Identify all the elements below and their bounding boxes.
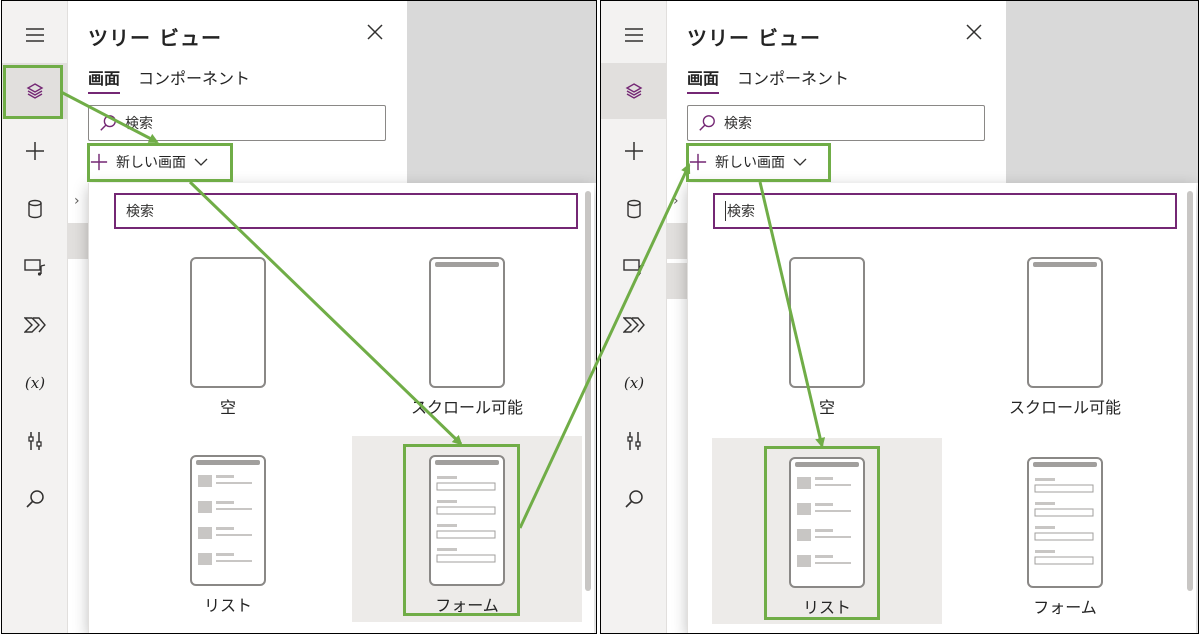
template-label: フォーム <box>1033 598 1097 617</box>
tree-view-pane: ツリー ビュー 画面 コンポーネント 検索 新しい画面 › 検索 空 スクロール… <box>68 1 594 633</box>
close-icon <box>966 24 982 40</box>
search-placeholder: 検索 <box>125 116 153 132</box>
power-automate-icon <box>24 317 46 333</box>
hamburger-button[interactable] <box>601 7 667 63</box>
hamburger-button[interactable] <box>2 7 68 63</box>
plus-icon <box>625 142 643 160</box>
highlight-new-screen-right <box>686 143 831 182</box>
tree-item-selected[interactable] <box>68 223 88 259</box>
tab-components[interactable]: コンポーネント <box>138 65 250 94</box>
close-button[interactable] <box>364 21 386 43</box>
template-search-placeholder: 検索 <box>725 201 755 221</box>
plus-icon <box>26 142 44 160</box>
scrollbar[interactable] <box>585 191 591 591</box>
pane-title: ツリー ビュー <box>88 26 222 50</box>
template-label: スクロール可能 <box>410 398 523 417</box>
canvas-area <box>407 1 596 183</box>
power-automate-icon <box>623 317 645 333</box>
template-label: スクロール可能 <box>1008 398 1121 417</box>
power-automate-button[interactable] <box>2 297 68 353</box>
hamburger-icon <box>26 28 44 42</box>
tree-search-input[interactable]: 検索 <box>687 105 985 141</box>
template-blank[interactable]: 空 <box>712 238 942 424</box>
media-icon <box>24 259 46 276</box>
close-button[interactable] <box>963 21 985 43</box>
template-label: 空 <box>219 398 236 417</box>
template-label: 空 <box>818 398 835 417</box>
tree-view-button[interactable] <box>601 63 667 119</box>
phone-preview <box>1027 257 1103 388</box>
search-icon <box>625 490 643 508</box>
insert-button[interactable] <box>2 123 68 179</box>
tools-icon <box>28 432 42 450</box>
highlight-form-template <box>403 444 520 616</box>
canvas-area <box>1006 1 1198 183</box>
chevron-right-icon: › <box>673 193 679 209</box>
search-icon <box>100 115 116 131</box>
scrollbar[interactable] <box>1187 191 1193 591</box>
tools-icon <box>627 432 641 450</box>
highlight-new-screen-left <box>87 143 233 182</box>
left-rail: (x) <box>601 1 667 633</box>
template-form[interactable]: フォーム <box>950 438 1180 624</box>
tree-item[interactable] <box>667 263 687 299</box>
layers-icon <box>625 83 643 99</box>
media-button[interactable] <box>601 239 667 295</box>
template-list[interactable]: リスト <box>113 436 343 622</box>
insert-button[interactable] <box>601 123 667 179</box>
tab-bar: 画面 コンポーネント <box>687 65 849 94</box>
data-button[interactable] <box>601 181 667 237</box>
media-button[interactable] <box>2 239 68 295</box>
template-blank[interactable]: 空 <box>113 238 343 424</box>
database-icon <box>627 199 641 219</box>
template-search-placeholder: 検索 <box>126 204 154 220</box>
data-button[interactable] <box>2 181 68 237</box>
variables-icon: (x) <box>623 374 645 392</box>
tab-screens[interactable]: 画面 <box>687 65 720 94</box>
pane-title: ツリー ビュー <box>687 26 821 50</box>
variables-button[interactable]: (x) <box>601 355 667 411</box>
template-scrollable[interactable]: スクロール可能 <box>950 238 1180 424</box>
search-icon <box>26 490 44 508</box>
power-automate-button[interactable] <box>601 297 667 353</box>
tab-screens[interactable]: 画面 <box>88 65 121 94</box>
search-placeholder: 検索 <box>724 116 752 132</box>
search-button[interactable] <box>601 471 667 527</box>
variables-button[interactable]: (x) <box>2 355 68 411</box>
advanced-tools-button[interactable] <box>2 413 68 469</box>
hamburger-icon <box>625 28 643 42</box>
search-button[interactable] <box>2 471 68 527</box>
media-icon <box>623 259 645 276</box>
phone-preview <box>429 257 505 388</box>
screenshot-right: (x) ツリー ビュー 画面 コンポーネント 検索 新しい画面 › 検索 空 ス… <box>600 0 1199 634</box>
close-icon <box>367 24 383 40</box>
database-icon <box>28 199 42 219</box>
template-search-input[interactable]: 検索 <box>114 193 578 229</box>
template-search-input[interactable]: 検索 <box>713 193 1177 229</box>
search-icon <box>699 115 715 131</box>
phone-preview <box>1027 457 1103 588</box>
tree-item-selected[interactable] <box>667 223 687 259</box>
advanced-tools-button[interactable] <box>601 413 667 469</box>
highlight-list-template <box>764 446 880 620</box>
variables-icon: (x) <box>24 374 46 392</box>
phone-preview <box>789 257 865 388</box>
tree-search-input[interactable]: 検索 <box>88 105 386 141</box>
tab-components[interactable]: コンポーネント <box>737 65 849 94</box>
phone-preview <box>190 257 266 388</box>
phone-preview <box>190 455 266 586</box>
template-label: リスト <box>203 596 252 615</box>
highlight-tree-view-button <box>3 65 63 119</box>
chevron-right-icon: › <box>74 193 80 209</box>
tab-bar: 画面 コンポーネント <box>88 65 250 94</box>
template-scrollable[interactable]: スクロール可能 <box>352 238 582 424</box>
